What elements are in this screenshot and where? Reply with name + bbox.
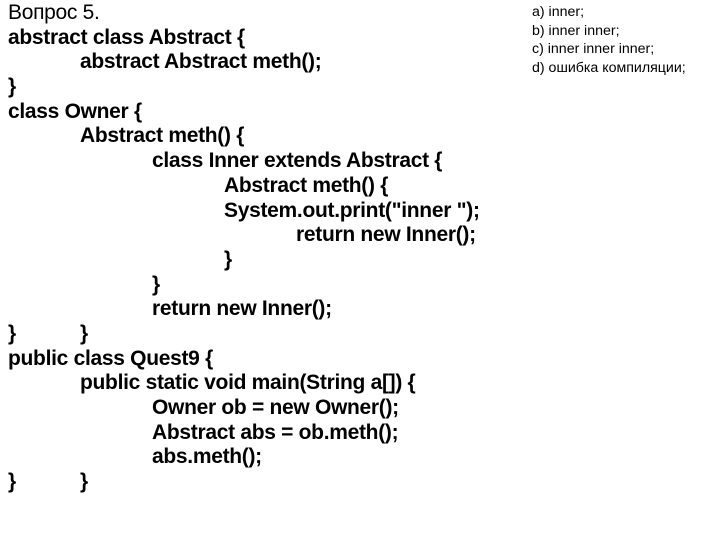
code-segment: class Owner { — [8, 99, 142, 123]
code-line: } — [8, 248, 528, 273]
code-line: Abstract abs = ob.meth(); — [8, 421, 528, 446]
code-segment: class Quest9 { — [73, 346, 214, 370]
code-line: }} — [8, 322, 528, 347]
code-segment: class Inner extends Abstract { — [152, 149, 443, 173]
code-line: return new Inner(); — [8, 297, 528, 322]
code-line: class Owner { — [8, 100, 528, 125]
code-line: abs.meth(); — [8, 445, 528, 470]
question-code-block: Вопрос 5. abstract class Abstract {abstr… — [8, 1, 528, 495]
code-segment: Abstract abs = ob.meth(); — [152, 420, 399, 444]
answer-options: a) inner; b) inner inner; c) inner inner… — [532, 3, 717, 77]
answer-option-c: c) inner inner inner; — [532, 41, 655, 57]
code-line: abstract class Abstract { — [8, 26, 528, 51]
code-line: Abstract meth() { — [8, 124, 528, 149]
code-segment: } — [80, 321, 88, 345]
code-segment: } — [8, 470, 16, 494]
code-listing: abstract class Abstract {abstract Abstra… — [8, 26, 528, 495]
code-segment: return new Inner(); — [152, 297, 332, 321]
code-line: public static void main(String a[]) { — [8, 371, 528, 396]
code-segment: public static void main(String a[]) { — [80, 371, 416, 395]
code-segment: } — [224, 247, 232, 271]
code-segment: abs.meth(); — [152, 445, 262, 469]
code-line: class Inner extends Abstract { — [8, 149, 528, 174]
code-segment: public — [8, 346, 74, 370]
code-line: Owner ob = new Owner(); — [8, 396, 528, 421]
code-segment: } — [152, 272, 160, 296]
code-segment: } — [8, 321, 16, 345]
answer-option-a: a) inner; — [532, 4, 585, 20]
code-segment: abstract Abstract meth(); — [80, 50, 322, 74]
question-title: Вопрос 5. — [8, 1, 100, 24]
code-line: }} — [8, 470, 528, 495]
code-line: return new Inner(); — [8, 223, 528, 248]
code-line: public class Quest9 { — [8, 347, 528, 372]
code-segment: Owner ob = new Owner(); — [152, 396, 399, 419]
code-line: abstract Abstract meth(); — [8, 50, 528, 75]
code-line: } — [8, 75, 528, 100]
code-line: Abstract meth() { — [8, 174, 528, 199]
code-segment: return new Inner(); — [296, 223, 476, 247]
answer-option-b: b) inner inner; — [532, 22, 620, 39]
code-line: } — [8, 273, 528, 298]
code-segment: System.out.print("inner "); — [224, 198, 480, 222]
code-line: System.out.print("inner "); — [8, 199, 528, 224]
answer-option-d: d) ошибка компиляции; — [532, 59, 686, 76]
code-segment: Abstract meth() { — [80, 124, 245, 148]
code-segment: Abstract meth() { — [224, 173, 389, 197]
slide: Вопрос 5. abstract class Abstract {abstr… — [0, 0, 720, 540]
code-segment: abstract class Abstract { — [8, 25, 245, 49]
code-segment: } — [80, 470, 88, 494]
code-segment: } — [8, 75, 16, 99]
